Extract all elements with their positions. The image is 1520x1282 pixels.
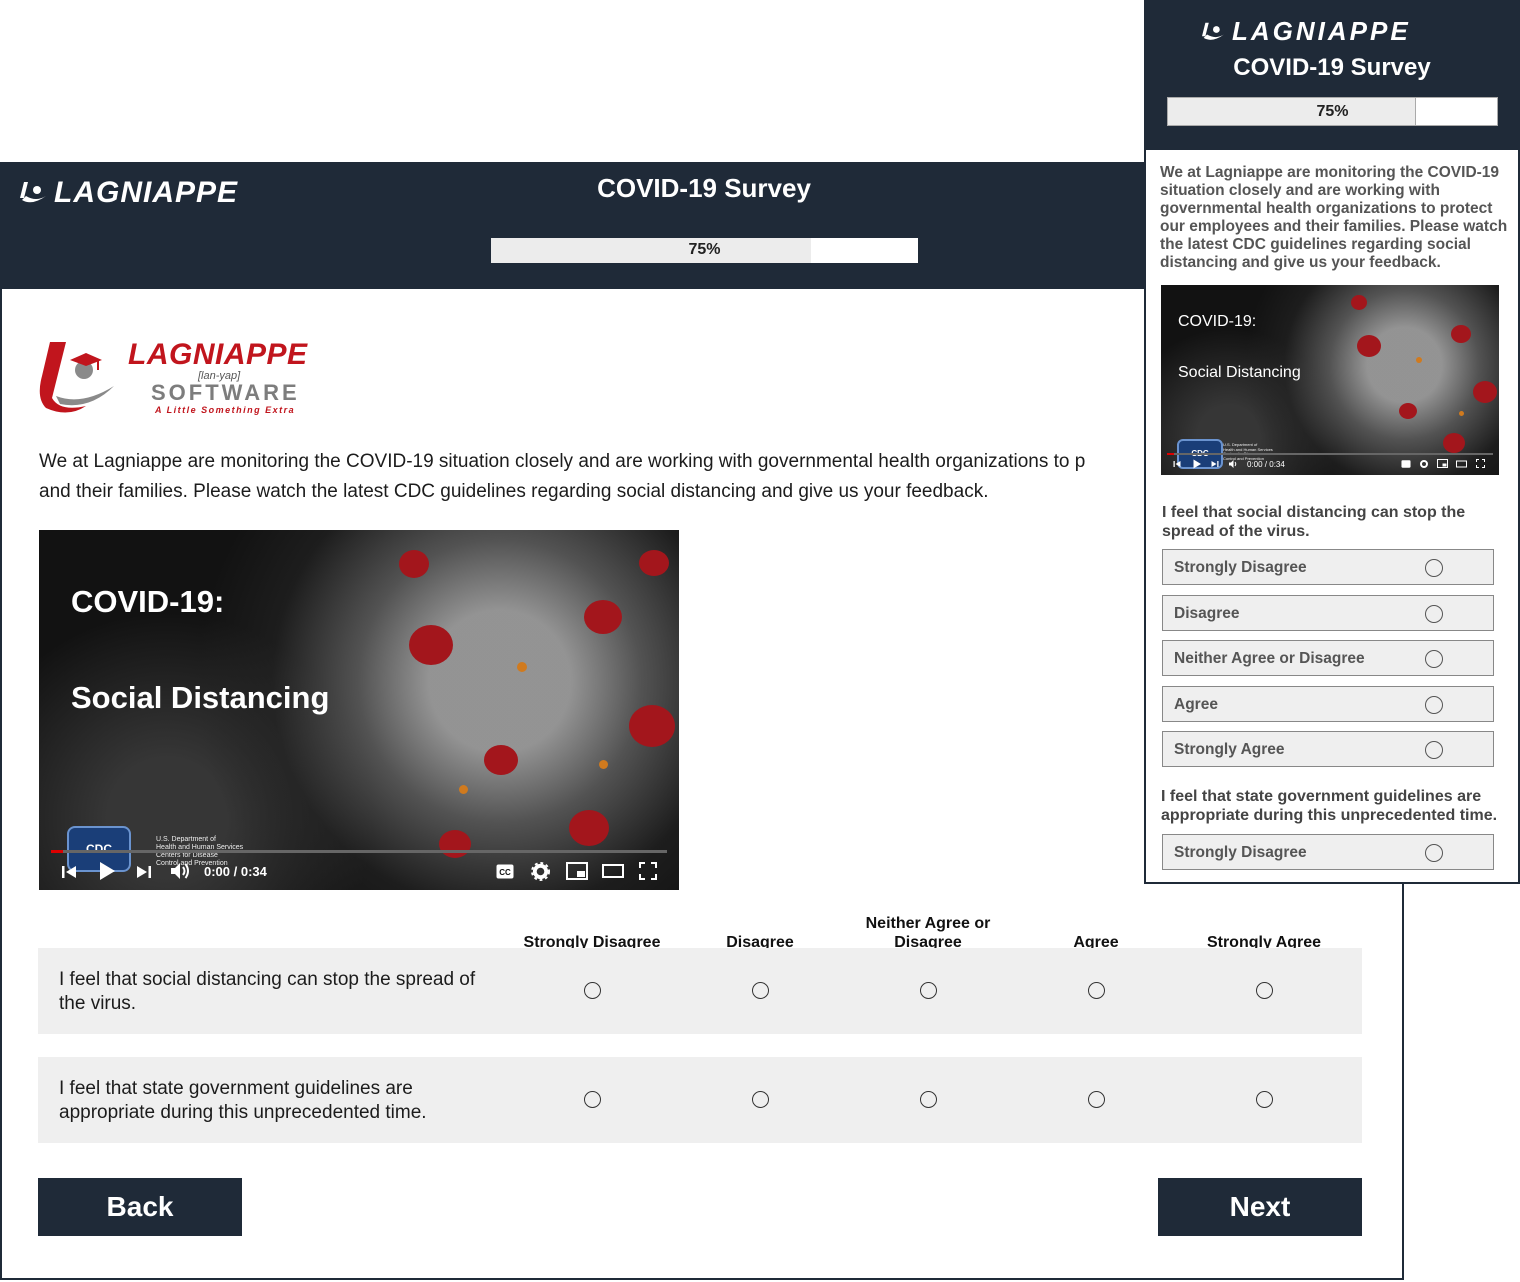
miniplayer-icon[interactable] xyxy=(566,862,588,880)
progress-bar: 75% xyxy=(1167,97,1498,126)
video-player[interactable]: COVID-19: Social Distancing CDC U.S. Dep… xyxy=(39,530,679,890)
question-label: I feel that state government guidelines … xyxy=(1161,788,1498,824)
logo-name: LAGNIAPPE xyxy=(128,338,308,371)
skip-back-icon[interactable] xyxy=(61,864,77,880)
back-button[interactable]: Back xyxy=(38,1178,242,1236)
intro-text: We at Lagniappe are monitoring the COVID… xyxy=(1160,164,1508,271)
skip-forward-icon[interactable] xyxy=(1211,460,1219,468)
lagniappe-logo-icon xyxy=(39,342,114,413)
next-button[interactable]: Next xyxy=(1158,1178,1362,1236)
radio-disagree[interactable] xyxy=(752,982,769,999)
matrix-row: I feel that social distancing can stop t… xyxy=(38,948,1362,1034)
captions-icon[interactable]: CC xyxy=(496,864,514,879)
svg-text:CC: CC xyxy=(499,868,511,877)
settings-icon[interactable] xyxy=(1419,459,1429,469)
option-radio[interactable] xyxy=(1425,605,1443,623)
radio-strongly-disagree[interactable] xyxy=(584,1091,601,1108)
column-header: Neither Agree or Disagree xyxy=(865,915,991,951)
video-scrubber[interactable] xyxy=(51,850,667,853)
option-radio[interactable] xyxy=(1425,559,1443,577)
option-strongly-disagree[interactable]: Strongly Disagree xyxy=(1162,549,1494,585)
radio-strongly-agree[interactable] xyxy=(1256,982,1273,999)
video-scrubber[interactable] xyxy=(1167,453,1493,455)
option-strongly-agree[interactable]: Strongly Agree xyxy=(1162,731,1494,767)
radio-strongly-agree[interactable] xyxy=(1256,1091,1273,1108)
company-logo: LAGNIAPPE [lan-yap] SOFTWARE A Little So… xyxy=(38,336,338,418)
option-radio[interactable] xyxy=(1425,741,1443,759)
matrix-header: Strongly Disagree Disagree Neither Agree… xyxy=(38,902,1362,952)
option-neither[interactable]: Neither Agree or Disagree xyxy=(1162,640,1494,676)
progress-label: 75% xyxy=(688,241,721,258)
option-label: Strongly Agree xyxy=(1174,741,1285,758)
option-label: Agree xyxy=(1174,696,1218,713)
option-label: Strongly Disagree xyxy=(1174,844,1307,861)
play-icon[interactable] xyxy=(1192,459,1202,469)
question-label: I feel that state government guidelines … xyxy=(59,1078,427,1123)
progress-label: 75% xyxy=(1316,103,1349,120)
option-radio[interactable] xyxy=(1425,696,1443,714)
page-title: COVID-19 Survey xyxy=(1233,54,1431,81)
video-title-line: COVID-19: xyxy=(71,584,225,619)
option-label: Neither Agree or Disagree xyxy=(1174,650,1365,667)
option-disagree[interactable]: Disagree xyxy=(1162,595,1494,631)
fullscreen-icon[interactable] xyxy=(639,862,657,880)
option-radio[interactable] xyxy=(1425,650,1443,668)
option-strongly-disagree[interactable]: Strongly Disagree xyxy=(1162,834,1494,870)
radio-agree[interactable] xyxy=(1088,982,1105,999)
logo-tagline: A Little Something Extra xyxy=(155,405,296,415)
logo-product: SOFTWARE xyxy=(151,380,300,405)
video-player[interactable]: COVID-19: Social Distancing CDC U.S. Dep… xyxy=(1161,285,1499,475)
skip-back-icon[interactable] xyxy=(1173,460,1181,468)
theater-icon[interactable] xyxy=(602,863,624,879)
mobile-header: LAGNIAPPE COVID-19 Survey 75% xyxy=(1146,2,1518,150)
settings-icon[interactable] xyxy=(531,862,550,881)
progress-bar: 75% xyxy=(491,238,918,263)
video-time: 0:00 / 0:34 xyxy=(204,864,267,879)
skip-forward-icon[interactable] xyxy=(136,864,152,880)
matrix-row: I feel that state government guidelines … xyxy=(38,1057,1362,1143)
fullscreen-icon[interactable] xyxy=(1476,459,1485,468)
radio-neither[interactable] xyxy=(920,1091,937,1108)
option-label: Disagree xyxy=(1174,605,1240,622)
question-label: I feel that social distancing can stop t… xyxy=(1162,504,1466,540)
play-icon[interactable] xyxy=(97,861,117,881)
option-label: Strongly Disagree xyxy=(1174,559,1307,576)
video-title-line: COVID-19: xyxy=(1178,313,1257,330)
theater-icon[interactable] xyxy=(1456,460,1467,468)
captions-icon[interactable] xyxy=(1401,460,1411,468)
wordmark-text: LAGNIAPPE xyxy=(1232,16,1411,46)
radio-strongly-disagree[interactable] xyxy=(584,982,601,999)
lagniappe-mark-icon xyxy=(1202,22,1224,40)
volume-icon[interactable] xyxy=(169,861,191,881)
video-title-line: Social Distancing xyxy=(1178,364,1301,381)
option-agree[interactable]: Agree xyxy=(1162,686,1494,722)
question-label: I feel that social distancing can stop t… xyxy=(59,969,476,1014)
mobile-survey-view: LAGNIAPPE COVID-19 Survey 75% We at Lagn… xyxy=(1144,0,1520,884)
volume-icon[interactable] xyxy=(1228,459,1239,469)
radio-neither[interactable] xyxy=(920,982,937,999)
header-wordmark: LAGNIAPPE xyxy=(1200,16,1411,47)
miniplayer-icon[interactable] xyxy=(1437,459,1448,468)
option-radio[interactable] xyxy=(1425,844,1443,862)
video-title-line: Social Distancing xyxy=(71,680,330,715)
radio-disagree[interactable] xyxy=(752,1091,769,1108)
radio-agree[interactable] xyxy=(1088,1091,1105,1108)
video-time: 0:00 / 0:34 xyxy=(1247,460,1285,469)
